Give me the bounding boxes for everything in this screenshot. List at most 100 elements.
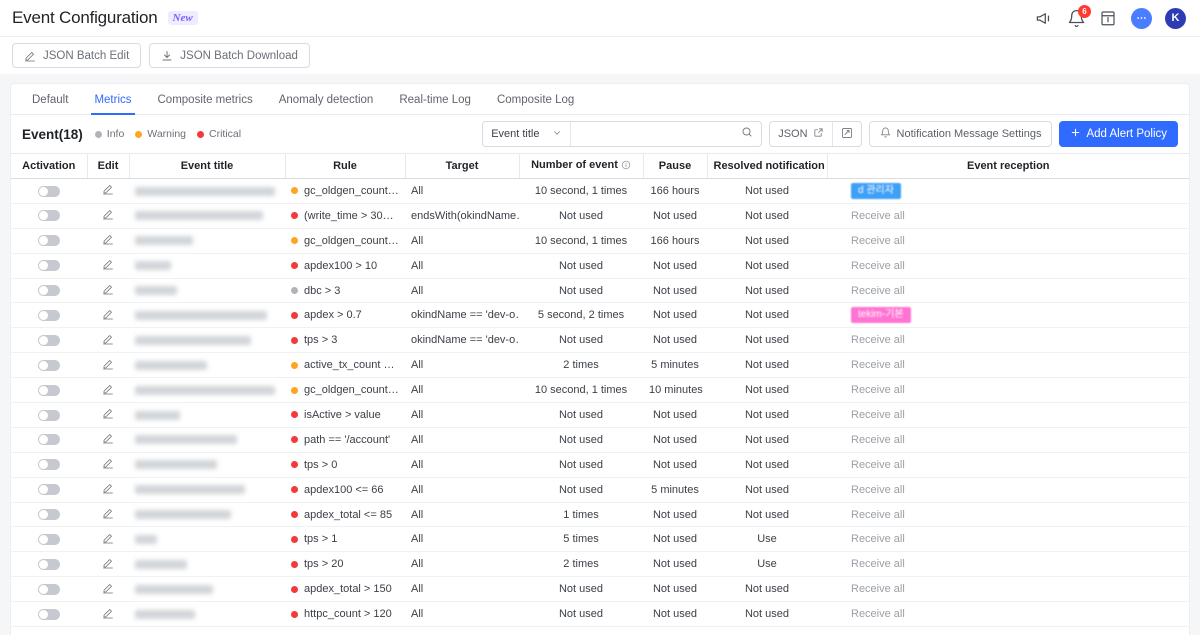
target-cell: All (405, 278, 519, 304)
edit-pencil-icon[interactable] (102, 607, 114, 622)
json-batch-edit-button[interactable]: JSON Batch Edit (12, 43, 142, 68)
event-reception-cell: Receive all (827, 228, 1189, 254)
table-row[interactable]: active_tx_count > 15 All 2 times 5 minutes N… (11, 352, 1189, 379)
edit-pencil-icon[interactable] (102, 507, 114, 522)
search-input[interactable] (579, 128, 742, 140)
pause-value: Not used (652, 209, 698, 222)
activation-toggle[interactable] (38, 459, 60, 471)
pause-cell: 166 hours (643, 178, 707, 204)
table-row[interactable]: tps > 3 okindName == 'dev-o… Not used Not u… (11, 327, 1189, 354)
search-icon[interactable] (741, 125, 753, 143)
target-cell: All (405, 477, 519, 503)
pause-cell: 10 minutes (643, 377, 707, 404)
activation-toggle[interactable] (38, 434, 60, 446)
activation-toggle[interactable] (38, 608, 60, 620)
tab-composite-log[interactable]: Composite Log (484, 94, 587, 114)
table-row[interactable]: tps > 1 All 5 times Not used Use Receive all (11, 526, 1189, 553)
avatar[interactable]: K (1165, 7, 1186, 29)
table-row[interactable]: dbc > 3 All Not used Not used Not used Receiv… (11, 278, 1189, 304)
edit-pencil-icon[interactable] (102, 582, 114, 597)
table-row[interactable]: gc_oldgen_count >… All 10 second, 1 times 1… (11, 228, 1189, 254)
megaphone-icon[interactable] (1035, 9, 1054, 28)
json-edit-button[interactable] (831, 122, 861, 146)
target-value: All (411, 433, 424, 446)
activation-toggle[interactable] (38, 409, 60, 421)
edit-pencil-icon[interactable] (102, 258, 114, 273)
tab-real-time-log[interactable]: Real-time Log (386, 94, 484, 114)
target-cell: All (405, 526, 519, 553)
event-title-redacted (135, 335, 251, 345)
table-row[interactable]: gc_oldgen_count >… All 10 second, 1 times 1… (11, 377, 1189, 404)
activation-cell (11, 278, 87, 304)
edit-pencil-icon[interactable] (102, 557, 114, 572)
edit-pencil-icon[interactable] (102, 407, 114, 422)
severity-dot-icon (291, 361, 298, 369)
table-row[interactable]: tps > 0 All Not used Not used Not used Receiv… (11, 452, 1189, 478)
activation-cell (11, 477, 87, 503)
number-of-event-cell: 10 second, 1 times (519, 178, 643, 204)
pause-cell: Not used (643, 253, 707, 279)
event-reception-tag[interactable]: d 관리자 (851, 182, 901, 199)
edit-pencil-icon[interactable] (102, 333, 114, 348)
table-row[interactable]: apdex_total > 150 All Not used Not used Not … (11, 576, 1189, 603)
tab-anomaly-detection[interactable]: Anomaly detection (266, 94, 387, 114)
table-row[interactable]: isActive > value All Not used Not used Not u… (11, 402, 1189, 428)
activation-toggle[interactable] (38, 185, 60, 197)
edit-pencil-icon[interactable] (102, 432, 114, 447)
search-field-select[interactable]: Event title (483, 122, 572, 146)
table-row[interactable]: apdex_total <= 85 All 1 times Not used Not u… (11, 502, 1189, 528)
number-of-event-value: Not used (558, 408, 604, 421)
activation-toggle[interactable] (38, 534, 60, 545)
table-row[interactable]: apdex100 <= 66 All Not used 5 minutes Not us… (11, 477, 1189, 503)
rule-cell: path == '/account' (285, 427, 405, 453)
tab-default[interactable]: Default (19, 94, 81, 114)
edit-pencil-icon[interactable] (102, 308, 114, 323)
edit-pencil-icon[interactable] (102, 183, 114, 198)
activation-toggle[interactable] (38, 359, 60, 371)
tab-composite-metrics[interactable]: Composite metrics (145, 94, 266, 114)
bell-icon[interactable]: 6 (1067, 4, 1091, 28)
tab-metrics[interactable]: Metrics (81, 94, 144, 115)
edit-pencil-icon[interactable] (102, 358, 114, 373)
table-row[interactable]: httpc_count > 120 All Not used Not used Not … (11, 601, 1189, 628)
chat-icon[interactable]: ⋯ (1131, 7, 1152, 29)
number-of-event-value: Not used (558, 608, 604, 621)
table-row[interactable]: gc_oldgen_count >… All 10 second, 1 times 1… (11, 178, 1189, 204)
activation-toggle[interactable] (38, 384, 60, 396)
info-icon[interactable] (621, 160, 631, 173)
event-reception-value: Receive all (851, 458, 905, 471)
table-row[interactable]: (write_time > 3000 … endsWith(okindName… N… (11, 203, 1189, 229)
edit-pencil-icon[interactable] (102, 457, 114, 472)
activation-toggle[interactable] (38, 210, 60, 222)
table-row[interactable]: path == '/account' All Not used Not used Not… (11, 427, 1189, 453)
table-row[interactable]: apdex100 > 10 All Not used Not used Not used… (11, 253, 1189, 279)
json-open-button[interactable]: JSON (770, 122, 831, 146)
activation-toggle[interactable] (38, 334, 60, 346)
edit-pencil-icon[interactable] (102, 383, 114, 398)
activation-toggle[interactable] (38, 309, 60, 321)
activation-toggle[interactable] (38, 260, 60, 272)
notification-message-settings-button[interactable]: Notification Message Settings (868, 121, 1053, 147)
event-reception-value: Receive all (851, 384, 905, 397)
edit-pencil-icon[interactable] (102, 532, 114, 547)
event-reception-tag[interactable]: tekim-기본 (851, 307, 911, 324)
edit-pencil-icon[interactable] (102, 482, 114, 497)
edit-pencil-icon[interactable] (102, 233, 114, 248)
activation-toggle[interactable] (38, 509, 60, 521)
table-row[interactable]: apdex > 0.7 okindName == 'dev-o… 5 second,… (11, 302, 1189, 329)
edit-pencil-icon[interactable] (102, 283, 114, 298)
activation-toggle[interactable] (38, 558, 60, 570)
activation-toggle[interactable] (38, 484, 60, 496)
calendar-icon[interactable] (1099, 9, 1118, 28)
target-cell: All (405, 502, 519, 528)
json-batch-download-button[interactable]: JSON Batch Download (149, 43, 310, 68)
edit-cell (87, 576, 129, 603)
event-reception-cell: Receive all (827, 402, 1189, 428)
activation-toggle[interactable] (38, 235, 60, 247)
edit-pencil-icon[interactable] (102, 208, 114, 223)
add-alert-policy-button[interactable]: Add Alert Policy (1059, 121, 1178, 147)
col-event-reception: Event reception (826, 153, 1189, 179)
activation-toggle[interactable] (38, 583, 60, 595)
table-row[interactable]: tps > 20 All 2 times Not used Use Receive all (11, 551, 1189, 578)
activation-toggle[interactable] (38, 285, 60, 297)
